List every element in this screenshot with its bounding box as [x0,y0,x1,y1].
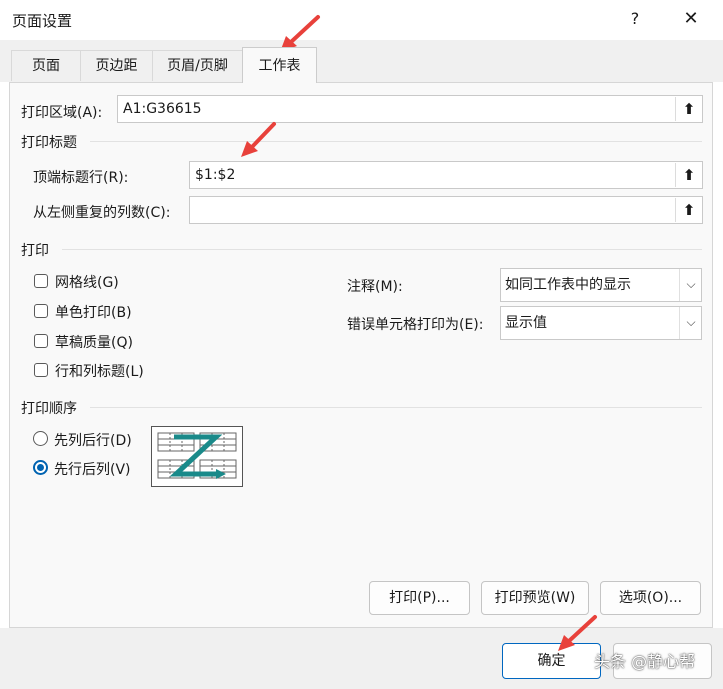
arrow-annotation-ok [558,615,597,651]
annotation-arrows [241,15,597,651]
tab-sheet[interactable]: 工作表 [242,47,317,83]
arrow-annotation-title-rows [241,122,276,157]
